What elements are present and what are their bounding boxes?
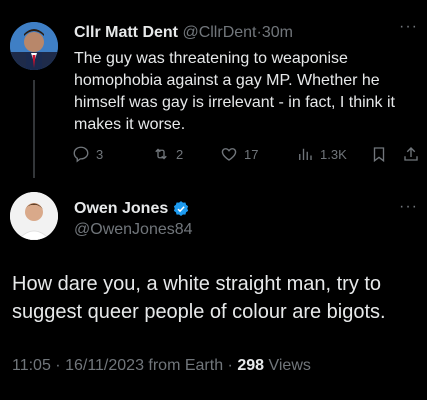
bookmark-button[interactable] [370,145,388,163]
avatar-cllr-dent[interactable] [10,22,58,70]
reply-icon [73,146,89,163]
reply-count: 3 [96,146,104,162]
main-tweet-text: How dare you, a white straight man, try … [12,273,386,323]
avatar-owen-jones[interactable] [10,192,58,240]
repost-button[interactable]: 2 [152,145,183,163]
tweet-views-count[interactable]: 298 [237,357,264,374]
tweet-meta: 11:05 · 16/11/2023 from Earth · 298 View… [12,357,311,375]
share-button[interactable] [402,145,420,163]
views-button[interactable]: 1.3K [296,145,347,163]
thread-connector-line [33,80,35,178]
reply-author-name[interactable]: Cllr Matt Dent [74,24,178,41]
like-button[interactable]: 17 [220,145,258,163]
main-handle[interactable]: @OwenJones84 [74,221,193,239]
main-author-name[interactable]: Owen Jones [74,200,168,218]
tweet-views-label: Views [268,357,311,374]
reply-time[interactable]: 30m [262,24,293,41]
repost-icon [155,148,167,160]
reply-header: Cllr Matt Dent @CllrDent·30m [74,24,293,42]
views-count: 1.3K [320,146,347,162]
tweet-timestamp[interactable]: 11:05 · 16/11/2023 from Earth · [12,357,233,374]
reply-handle[interactable]: @CllrDent [182,24,256,41]
repost-count: 2 [176,146,184,162]
reply-text: The guy was threatening to weaponise hom… [74,50,395,133]
like-icon [221,148,237,161]
verified-badge-icon[interactable] [172,200,190,218]
share-icon [404,147,418,161]
like-count: 17 [244,146,259,162]
main-author-row: Owen Jones [74,200,190,218]
bookmark-icon [373,147,385,163]
views-icon [299,148,312,160]
reply-more-icon[interactable]: ··· [399,18,418,36]
reply-button[interactable]: 3 [72,145,103,163]
main-more-icon[interactable]: ··· [399,198,418,216]
